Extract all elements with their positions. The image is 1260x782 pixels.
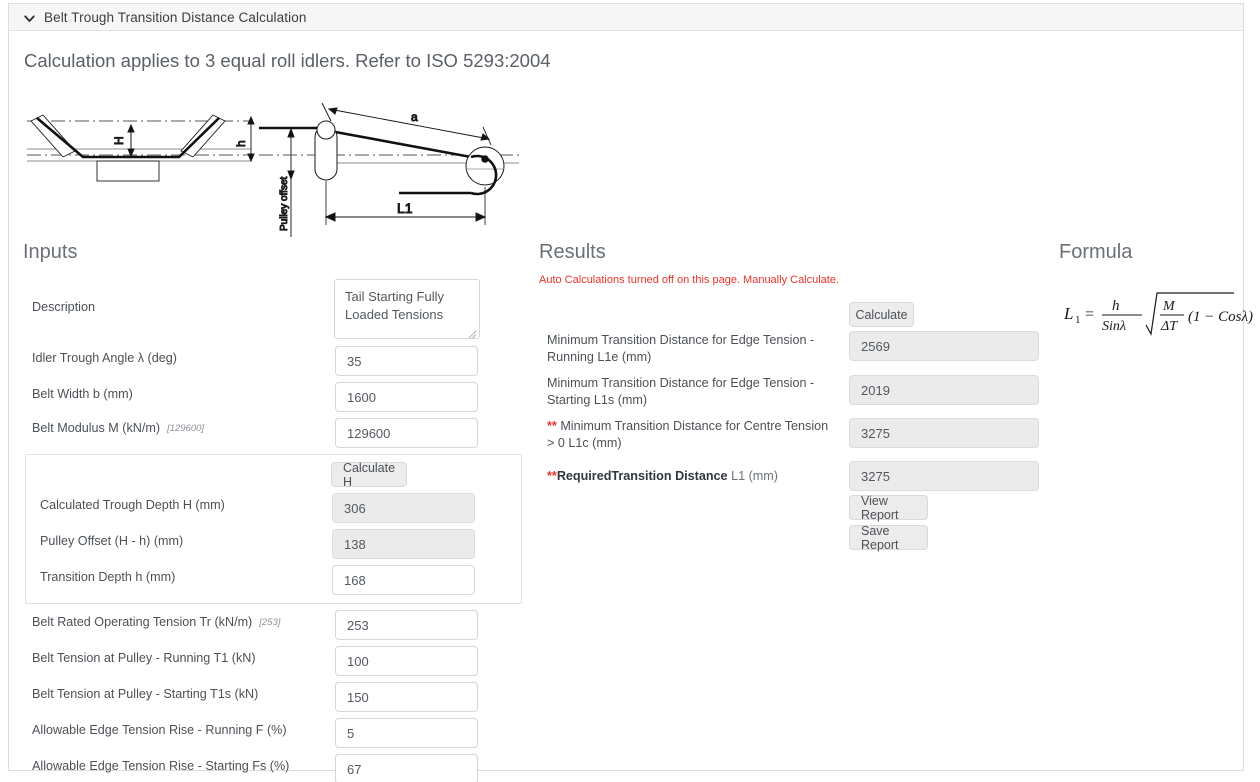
required-marker: ** bbox=[547, 419, 557, 433]
required-marker: ** bbox=[547, 469, 557, 483]
diagram-label-h: h bbox=[234, 140, 248, 147]
field-value: 35 bbox=[347, 353, 362, 369]
field-value: 5 bbox=[347, 725, 355, 741]
field-value: 306 bbox=[344, 500, 366, 516]
formula-factor: (1 − Cosλ) bbox=[1188, 309, 1253, 325]
input-row-belt-rated-tension: Belt Rated Operating Tension Tr (kN/m) [… bbox=[32, 615, 280, 630]
belt-modulus-input[interactable]: 129600 bbox=[335, 418, 478, 448]
field-value: 253 bbox=[347, 617, 369, 633]
formula-lhs: L bbox=[1064, 304, 1073, 323]
result-label-text: RequiredTransition Distance bbox=[556, 469, 728, 483]
input-row-tension-running: Belt Tension at Pulley - Running T1 (kN) bbox=[32, 651, 263, 666]
input-label: Belt Modulus M (kN/m) bbox=[32, 421, 161, 435]
result-label-text: Minimum Transition Distance for Centre T… bbox=[547, 419, 829, 450]
input-row-belt-modulus: Belt Modulus M (kN/m) [129600] bbox=[32, 421, 204, 436]
field-value: 138 bbox=[344, 536, 366, 552]
description-label: Description bbox=[32, 300, 95, 314]
input-label: Allowable Edge Tension Rise - Starting F… bbox=[32, 759, 290, 773]
input-label: Belt Rated Operating Tension Tr (kN/m) bbox=[32, 615, 253, 629]
result-label-edge-running: Minimum Transition Distance for Edge Ten… bbox=[547, 333, 815, 364]
idler-trough-angle-input[interactable]: 35 bbox=[335, 346, 478, 376]
card-body: Calculation applies to 3 equal roll idle… bbox=[9, 31, 1253, 782]
pulley-offset-label: Pulley Offset (H - h) (mm) bbox=[40, 534, 184, 548]
result-label-tail: L1 (mm) bbox=[727, 469, 778, 483]
formula-expression: L 1 = h Sinλ M ΔT (1 − Cosλ) bbox=[1063, 281, 1259, 341]
page-root: Belt Trough Transition Distance Calculat… bbox=[0, 0, 1260, 782]
diagram-label-pulley-offset: Pulley offset bbox=[279, 176, 290, 231]
belt-tension-starting-input[interactable]: 150 bbox=[335, 682, 478, 712]
inputs-section-title: Inputs bbox=[23, 241, 78, 263]
result-label-required-distance: **RequiredTransition Distance L1 (mm) bbox=[547, 468, 847, 485]
results-section-title: Results bbox=[539, 241, 606, 263]
input-row-belt-width: Belt Width b (mm) bbox=[32, 387, 140, 402]
field-value: 150 bbox=[347, 689, 369, 705]
card-title: Belt Trough Transition Distance Calculat… bbox=[44, 9, 307, 25]
result-label-edge-starting: Minimum Transition Distance for Edge Ten… bbox=[547, 376, 815, 407]
input-row-idler-trough-angle: Idler Trough Angle λ (deg) bbox=[32, 351, 184, 366]
diagram-label-L1: L1 bbox=[397, 200, 413, 216]
input-label: Belt Tension at Pulley - Running T1 (kN) bbox=[32, 651, 256, 665]
formula-section-title: Formula bbox=[1059, 241, 1133, 263]
result-edge-starting-output: 2019 bbox=[849, 375, 1039, 405]
view-report-button[interactable]: View Report bbox=[849, 494, 928, 522]
auto-calc-notice: Auto Calculations turned off on this pag… bbox=[539, 274, 840, 286]
diagram-label-a: a bbox=[411, 110, 418, 124]
transition-depth-input[interactable]: 168 bbox=[332, 565, 475, 595]
formula-radicand-numerator: M bbox=[1162, 299, 1176, 314]
edge-rise-starting-input[interactable]: 67 bbox=[335, 754, 478, 782]
belt-width-input[interactable]: 1600 bbox=[335, 382, 478, 412]
description-input[interactable]: Tail Starting Fully Loaded Tensions bbox=[334, 279, 480, 339]
field-value: 100 bbox=[347, 653, 369, 669]
field-value: 1600 bbox=[347, 389, 376, 405]
calculation-card: Belt Trough Transition Distance Calculat… bbox=[8, 3, 1253, 782]
input-hint: [129600] bbox=[167, 423, 205, 434]
edge-rise-running-input[interactable]: 5 bbox=[335, 718, 478, 748]
belt-rated-tension-input[interactable]: 253 bbox=[335, 610, 478, 640]
chevron-down-icon[interactable] bbox=[23, 12, 36, 25]
intro-text: Calculation applies to 3 equal roll idle… bbox=[24, 50, 551, 71]
field-value: 3275 bbox=[861, 425, 890, 441]
field-value: 2569 bbox=[861, 338, 890, 354]
input-row-edge-rise-running: Allowable Edge Tension Rise - Running F … bbox=[32, 723, 294, 738]
calculate-button[interactable]: Calculate bbox=[849, 302, 914, 327]
input-label: Belt Width b (mm) bbox=[32, 387, 133, 401]
field-value: 168 bbox=[344, 572, 366, 588]
result-label-centre-tension: ** Minimum Transition Distance for Centr… bbox=[547, 418, 837, 451]
diagram-label-H: H bbox=[112, 136, 126, 145]
calculate-h-button[interactable]: Calculate H bbox=[331, 461, 407, 489]
save-report-button[interactable]: Save Report bbox=[849, 524, 928, 552]
formula-numerator: h bbox=[1112, 298, 1120, 314]
formula-denominator: Sinλ bbox=[1102, 319, 1126, 334]
formula-radicand-denominator: ΔT bbox=[1160, 319, 1178, 334]
belt-tension-running-input[interactable]: 100 bbox=[335, 646, 478, 676]
calculated-trough-depth-label: Calculated Trough Depth H (mm) bbox=[40, 498, 225, 512]
result-edge-running-output: 2569 bbox=[849, 331, 1039, 361]
input-hint: [253] bbox=[259, 617, 281, 628]
input-row-tension-starting: Belt Tension at Pulley - Starting T1s (k… bbox=[32, 687, 265, 702]
belt-transition-diagram: H h Pulley offset a L1 bbox=[19, 99, 529, 239]
resize-handle-icon[interactable] bbox=[466, 326, 477, 338]
formula-equals: = bbox=[1085, 306, 1094, 323]
field-value: 67 bbox=[347, 761, 362, 777]
card-header[interactable]: Belt Trough Transition Distance Calculat… bbox=[9, 4, 1243, 31]
input-row-edge-rise-starting: Allowable Edge Tension Rise - Starting F… bbox=[32, 759, 296, 774]
description-value: Tail Starting Fully Loaded Tensions bbox=[345, 289, 444, 322]
field-value: 3275 bbox=[861, 468, 890, 484]
calculated-trough-depth-output: 306 bbox=[332, 493, 475, 523]
input-label: Idler Trough Angle λ (deg) bbox=[32, 351, 177, 365]
result-centre-tension-output: 3275 bbox=[849, 418, 1039, 448]
field-value: 129600 bbox=[347, 425, 391, 441]
formula-lhs-sub: 1 bbox=[1075, 314, 1081, 326]
field-value: 2019 bbox=[861, 382, 890, 398]
input-label: Allowable Edge Tension Rise - Running F … bbox=[32, 723, 287, 737]
result-required-distance-output: 3275 bbox=[849, 461, 1039, 491]
pulley-offset-output: 138 bbox=[332, 529, 475, 559]
input-label: Belt Tension at Pulley - Starting T1s (k… bbox=[32, 687, 259, 701]
transition-depth-label: Transition Depth h (mm) bbox=[40, 570, 176, 584]
